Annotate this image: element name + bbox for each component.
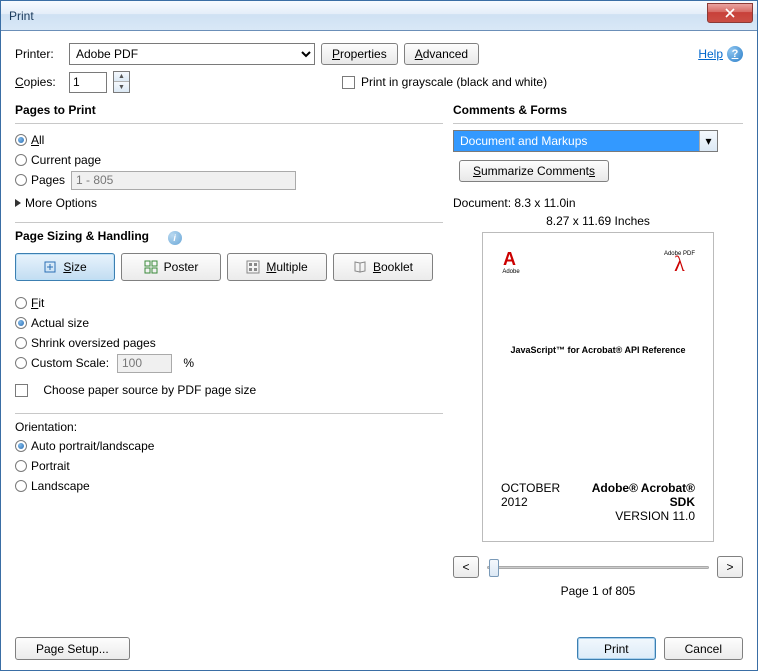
tab-size[interactable]: Size [15, 253, 115, 281]
dropdown-arrow-icon: ▾ [699, 131, 717, 151]
poster-icon [144, 260, 158, 274]
prev-page-button[interactable]: < [453, 556, 479, 578]
radio-fit[interactable] [15, 297, 27, 309]
paper-source-label: Choose paper source by PDF page size [43, 383, 256, 397]
page-counter: Page 1 of 805 [453, 584, 743, 598]
grayscale-checkbox[interactable] [342, 76, 355, 89]
radio-all-label: All [31, 133, 44, 147]
sizing-title: Page Sizing & Handling [15, 229, 149, 243]
grayscale-label: Print in grayscale (black and white) [361, 75, 547, 89]
radio-landscape-label: Landscape [31, 479, 90, 493]
paper-source-checkbox[interactable] [15, 384, 28, 397]
radio-shrink[interactable] [15, 337, 27, 349]
radio-auto-orient[interactable] [15, 440, 27, 452]
radio-custom[interactable] [15, 357, 27, 369]
printer-label: Printer: [15, 47, 63, 61]
preview-footer-sdk: Adobe® Acrobat® SDK [579, 481, 695, 509]
copies-label: Copies: [15, 75, 63, 89]
slider-thumb[interactable] [489, 559, 499, 577]
radio-fit-label: Fit [31, 296, 44, 310]
radio-current[interactable] [15, 154, 27, 166]
tab-booklet[interactable]: Booklet [333, 253, 433, 281]
titlebar: Print [1, 1, 757, 31]
tab-poster[interactable]: Poster [121, 253, 221, 281]
page-inches: 8.27 x 11.69 Inches [453, 214, 743, 228]
radio-auto-label: Auto portrait/landscape [31, 439, 154, 453]
copies-spinner[interactable]: ▲▼ [113, 71, 130, 93]
multiple-icon [246, 260, 260, 274]
spinner-down[interactable]: ▼ [114, 82, 129, 92]
page-setup-button[interactable]: Page Setup... [15, 637, 130, 660]
advanced-button[interactable]: Advanced [404, 43, 479, 65]
copies-input[interactable] [69, 72, 107, 93]
comments-forms-select[interactable]: Document and Markups ▾ [453, 130, 718, 152]
print-dialog: Print Printer: Adobe PDF Properties Adva… [0, 0, 758, 671]
info-icon[interactable]: i [168, 231, 182, 245]
printer-select[interactable]: Adobe PDF [69, 43, 315, 65]
radio-pages-label: Pages [31, 173, 67, 187]
summarize-comments-button[interactable]: Summarize Comments [459, 160, 609, 182]
pages-to-print-title: Pages to Print [15, 103, 443, 117]
preview-footer-date: OCTOBER 2012 [501, 481, 579, 523]
size-icon [43, 260, 57, 274]
tab-multiple[interactable]: Multiple [227, 253, 327, 281]
help-icon: ? [727, 46, 743, 62]
more-options-toggle[interactable]: More Options [15, 196, 443, 210]
comments-forms-title: Comments & Forms [453, 103, 743, 117]
radio-all[interactable] [15, 134, 27, 146]
radio-actual-label: Actual size [31, 316, 89, 330]
page-slider[interactable] [487, 557, 709, 577]
preview-doc-title: JavaScript™ for Acrobat® API Reference [501, 345, 695, 355]
radio-actual[interactable] [15, 317, 27, 329]
print-button[interactable]: Print [577, 637, 656, 660]
preview-footer-ver: VERSION 11.0 [579, 509, 695, 523]
spinner-up[interactable]: ▲ [114, 72, 129, 82]
cancel-button[interactable]: Cancel [664, 637, 743, 660]
expand-icon [15, 199, 21, 207]
properties-button[interactable]: Properties [321, 43, 398, 65]
pages-range-input[interactable] [71, 171, 296, 190]
radio-current-label: Current page [31, 153, 101, 167]
scale-input[interactable] [117, 354, 172, 373]
close-icon [725, 8, 735, 18]
radio-shrink-label: Shrink oversized pages [31, 336, 156, 350]
document-dimensions: Document: 8.3 x 11.0in [453, 196, 743, 210]
next-page-button[interactable]: > [717, 556, 743, 578]
orientation-title: Orientation: [15, 420, 443, 434]
radio-pages[interactable] [15, 174, 27, 186]
help-link[interactable]: Help ? [698, 46, 743, 62]
radio-portrait[interactable] [15, 460, 27, 472]
radio-custom-label: Custom Scale: [31, 356, 113, 370]
adobe-logo: Adobe [501, 251, 521, 275]
radio-landscape[interactable] [15, 480, 27, 492]
adobe-pdf-logo: Adobe PDF λ [664, 251, 695, 270]
close-button[interactable] [707, 3, 753, 23]
booklet-icon [353, 260, 367, 274]
window-title: Print [9, 9, 34, 23]
page-preview: Adobe Adobe PDF λ JavaScript™ for Acroba… [482, 232, 714, 542]
radio-portrait-label: Portrait [31, 459, 70, 473]
